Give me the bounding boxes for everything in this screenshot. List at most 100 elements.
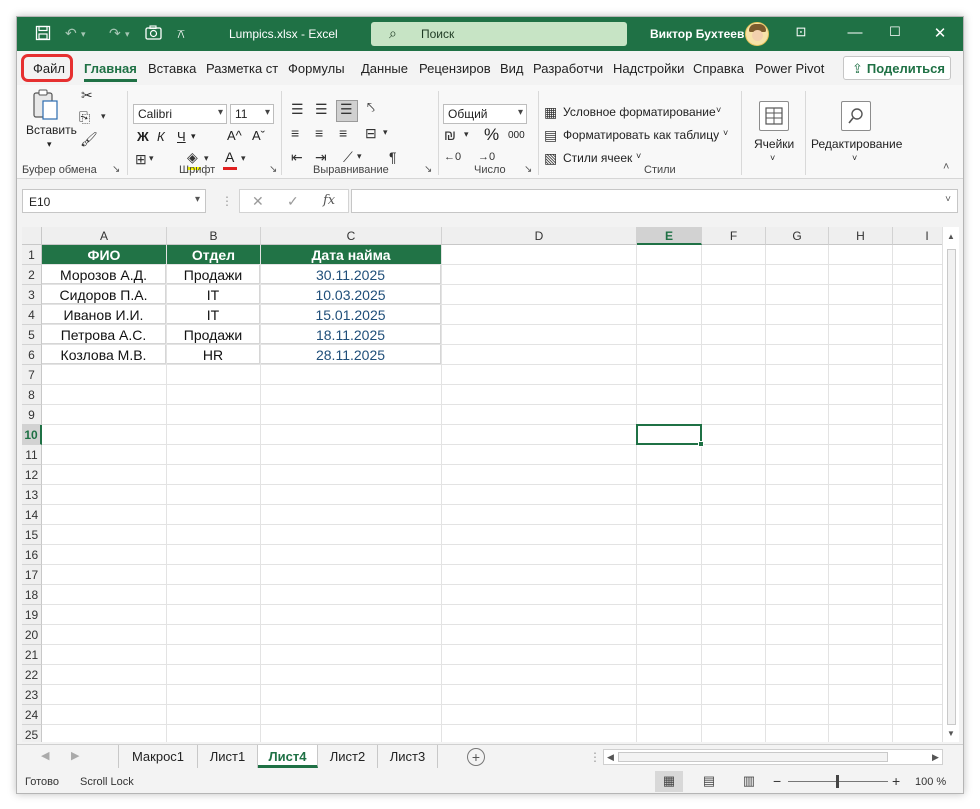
close-icon[interactable]: ✕ xyxy=(929,24,951,42)
table-cell[interactable]: Продажи xyxy=(167,265,260,284)
prev-sheet-icon[interactable]: ◀ xyxy=(41,749,49,762)
row-header-12[interactable]: 12 xyxy=(22,465,42,485)
percent-style-button[interactable]: % xyxy=(484,125,499,145)
undo-icon[interactable]: ↶ xyxy=(65,25,77,42)
column-header-a[interactable]: A xyxy=(42,227,167,245)
row-header-11[interactable]: 11 xyxy=(22,445,42,465)
avatar[interactable] xyxy=(745,22,769,46)
save-icon[interactable] xyxy=(35,25,51,44)
redo-icon[interactable]: ↷ xyxy=(109,25,121,42)
minimize-icon[interactable]: — xyxy=(844,24,866,41)
share-button[interactable]: ⇪ Поделиться xyxy=(843,56,951,80)
table-cell[interactable]: Петрова А.С. xyxy=(42,325,166,344)
group-editing[interactable]: Редактирование ˅ xyxy=(805,85,905,179)
table-header-cell[interactable]: ФИО xyxy=(42,245,166,264)
group-cells[interactable]: Ячейки ˅ xyxy=(741,85,805,179)
row-header-21[interactable]: 21 xyxy=(22,645,42,665)
redo-dropdown-icon[interactable]: ▾ xyxy=(125,29,130,40)
scroll-right-icon[interactable]: ▶ xyxy=(932,752,939,763)
normal-view-icon[interactable]: ▦ xyxy=(655,771,683,792)
cancel-icon[interactable]: ✕ xyxy=(252,193,264,210)
number-format-combo[interactable]: Общий ▾ xyxy=(443,104,527,124)
date-cell[interactable]: 10.03.2025 xyxy=(261,285,441,304)
tab-help[interactable]: Справка xyxy=(693,61,744,76)
row-header-8[interactable]: 8 xyxy=(22,385,42,405)
camera-icon[interactable] xyxy=(145,25,162,43)
fill-handle[interactable] xyxy=(698,441,704,447)
row-header-9[interactable]: 9 xyxy=(22,405,42,425)
vertical-scroll-thumb[interactable] xyxy=(947,249,956,725)
align-bottom-icon[interactable]: ☰ xyxy=(340,101,353,118)
table-cell[interactable]: IT xyxy=(167,305,260,324)
row-header-4[interactable]: 4 xyxy=(22,305,42,325)
ribbon-display-options-icon[interactable]: ⊡ xyxy=(790,24,812,40)
row-header-25[interactable]: 25 xyxy=(22,725,42,742)
date-cell[interactable]: 15.01.2025 xyxy=(261,305,441,324)
column-header-f[interactable]: F xyxy=(702,227,766,245)
copy-icon[interactable]: ⎘ xyxy=(79,109,90,126)
search-box[interactable]: ⌕ Поиск xyxy=(371,22,627,46)
tab-power-pivot[interactable]: Power Pivot xyxy=(755,61,824,76)
row-header-2[interactable]: 2 xyxy=(22,265,42,285)
accounting-format-icon[interactable]: ₪ xyxy=(444,127,456,143)
insert-function-button[interactable]: fx xyxy=(323,193,335,208)
font-launcher-icon[interactable]: ↘ xyxy=(269,164,277,175)
row-header-7[interactable]: 7 xyxy=(22,365,42,385)
number-launcher-icon[interactable]: ↘ xyxy=(524,164,532,175)
status-scroll-lock[interactable]: Scroll Lock xyxy=(80,776,134,788)
paste-label[interactable]: Вставить xyxy=(26,123,77,137)
row-header-22[interactable]: 22 xyxy=(22,665,42,685)
tab-review[interactable]: Рецензиров xyxy=(419,61,491,76)
table-cell[interactable]: Морозов А.Д. xyxy=(42,265,166,284)
table-header-cell[interactable]: Отдел xyxy=(167,245,260,264)
cut-icon[interactable]: ✂ xyxy=(81,87,93,104)
sheet-tab-list4[interactable]: Лист4 xyxy=(258,745,318,768)
active-cell[interactable] xyxy=(636,424,702,445)
column-header-b[interactable]: B xyxy=(167,227,261,245)
scroll-down-icon[interactable]: ▼ xyxy=(947,729,955,738)
column-header-g[interactable]: G xyxy=(766,227,829,245)
formula-input[interactable]: ˅ xyxy=(351,189,958,213)
italic-button[interactable]: К xyxy=(157,129,165,144)
add-sheet-button[interactable]: + xyxy=(467,748,485,766)
row-header-17[interactable]: 17 xyxy=(22,565,42,585)
paste-dropdown-icon[interactable]: ▾ xyxy=(47,139,52,150)
tab-insert[interactable]: Вставка xyxy=(148,61,196,76)
align-middle-icon[interactable]: ☰ xyxy=(315,101,328,118)
align-top-icon[interactable]: ☰ xyxy=(291,101,304,118)
format-painter-icon[interactable]: 🖌 xyxy=(80,131,98,148)
date-cell[interactable]: 28.11.2025 xyxy=(261,345,441,364)
decrease-font-button[interactable]: Aˇ xyxy=(252,128,265,143)
table-cell[interactable]: HR xyxy=(167,345,260,364)
sheet-tab-list2[interactable]: Лист2 xyxy=(318,745,378,768)
row-header-19[interactable]: 19 xyxy=(22,605,42,625)
underline-dropdown-icon[interactable]: ▾ xyxy=(191,131,196,142)
horizontal-scroll-thumb[interactable] xyxy=(618,752,888,762)
copy-dropdown-icon[interactable]: ▾ xyxy=(101,111,106,122)
rtl-icon[interactable]: ¶ xyxy=(389,149,397,165)
table-cell[interactable]: Продажи xyxy=(167,325,260,344)
row-header-1[interactable]: 1 xyxy=(22,245,42,265)
font-color-dropdown-icon[interactable]: ▾ xyxy=(241,153,246,164)
sheet-tab-list1[interactable]: Лист1 xyxy=(198,745,258,768)
row-header-13[interactable]: 13 xyxy=(22,485,42,505)
align-center-icon[interactable]: ≡ xyxy=(315,125,323,141)
cell-styles-button[interactable]: ▧ Стили ячеек ˅ xyxy=(544,149,654,169)
vertical-scrollbar[interactable]: ▲ ▼ xyxy=(942,227,959,742)
align-left-icon[interactable]: ≡ xyxy=(291,125,299,141)
increase-decimal-icon[interactable]: ←0 xyxy=(444,151,461,163)
tab-page-layout[interactable]: Разметка ст xyxy=(206,61,278,76)
paste-icon[interactable] xyxy=(31,89,59,124)
tab-addins[interactable]: Надстройки xyxy=(613,61,684,76)
conditional-formatting-button[interactable]: ▦ Условное форматирование ˅ xyxy=(544,103,734,123)
row-header-3[interactable]: 3 xyxy=(22,285,42,305)
tab-data[interactable]: Данные xyxy=(361,61,408,76)
decrease-indent-icon[interactable]: ⇤ xyxy=(291,149,303,166)
decrease-decimal-icon[interactable]: →0 xyxy=(478,151,495,163)
row-header-24[interactable]: 24 xyxy=(22,705,42,725)
tab-view[interactable]: Вид xyxy=(500,61,524,76)
page-break-view-icon[interactable]: ▥ xyxy=(735,771,763,792)
collapse-ribbon-icon[interactable]: ˄ xyxy=(943,161,949,173)
row-header-5[interactable]: 5 xyxy=(22,325,42,345)
scroll-up-icon[interactable]: ▲ xyxy=(947,232,955,241)
